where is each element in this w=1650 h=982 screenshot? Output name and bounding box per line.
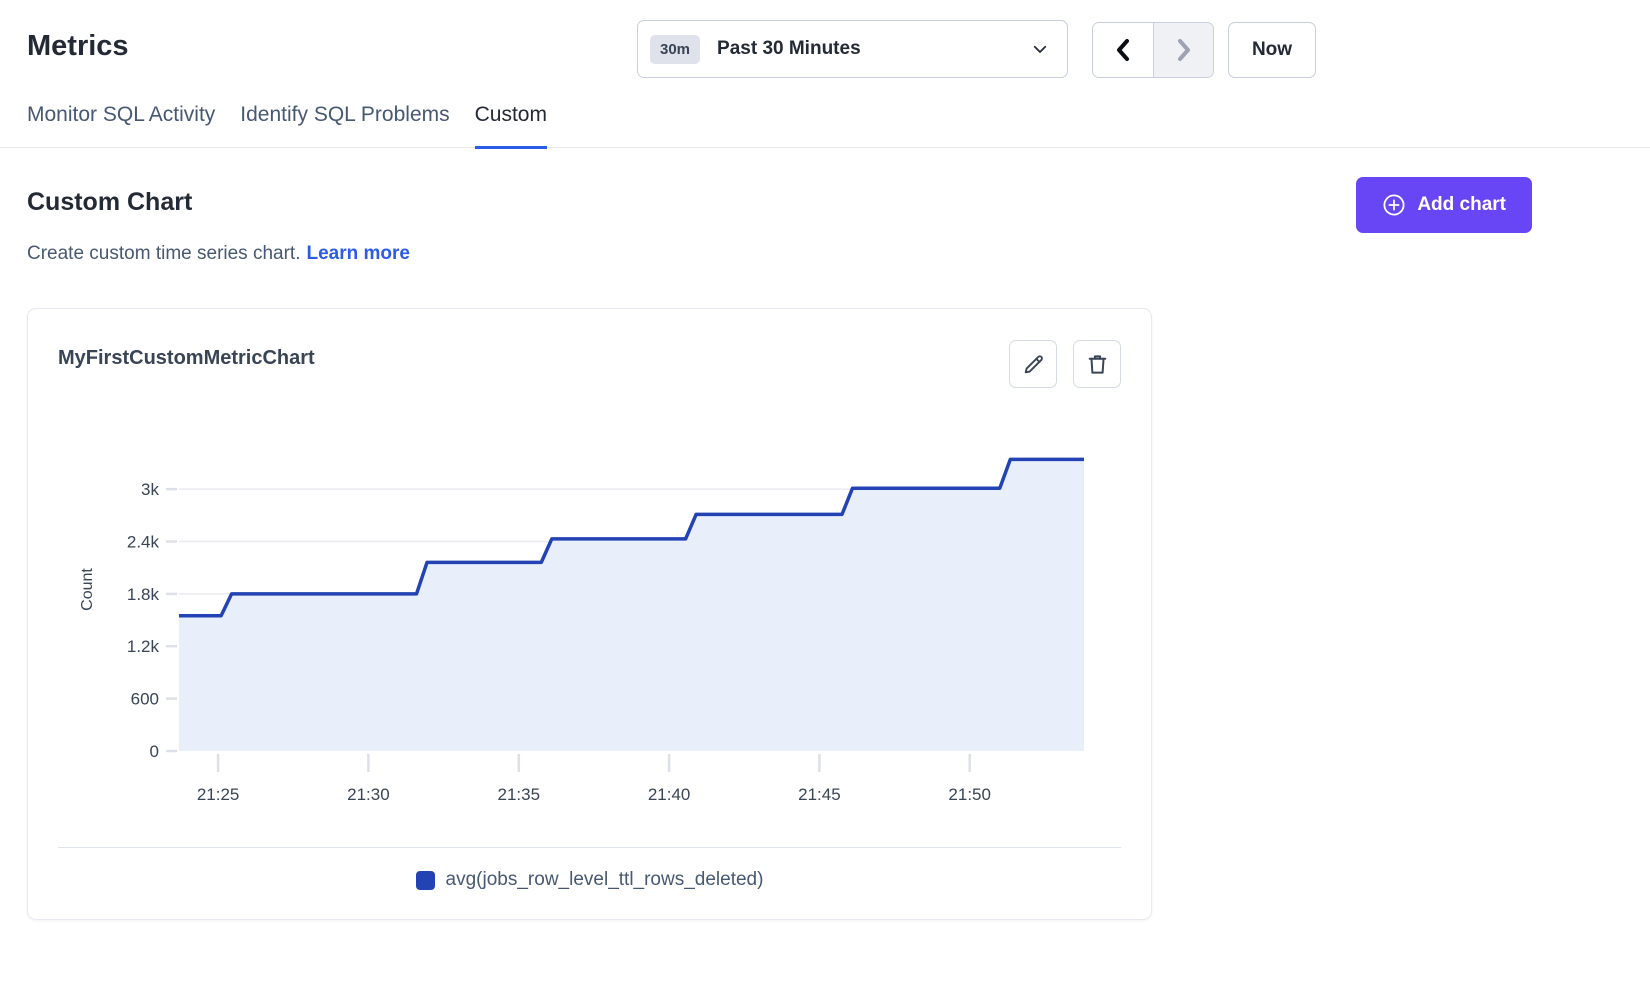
svg-text:21:25: 21:25 bbox=[197, 785, 240, 804]
svg-text:3k: 3k bbox=[141, 480, 159, 499]
description-text: Create custom time series chart. bbox=[27, 243, 300, 264]
legend-label: avg(jobs_row_level_ttl_rows_deleted) bbox=[446, 869, 764, 891]
svg-text:Count: Count bbox=[79, 568, 96, 611]
time-step-control bbox=[1092, 22, 1214, 78]
svg-text:21:30: 21:30 bbox=[347, 785, 390, 804]
add-chart-button[interactable]: Add chart bbox=[1356, 177, 1532, 233]
next-interval-button[interactable] bbox=[1153, 23, 1213, 77]
tab-monitor-sql-activity[interactable]: Monitor SQL Activity bbox=[27, 103, 215, 147]
custom-chart-canvas[interactable]: 0 600 1.2k 1.8k 2.4k 3k 21:25 21:30 21:35 21:40 21… bbox=[28, 421, 1128, 816]
svg-text:0: 0 bbox=[150, 742, 159, 761]
svg-text:21:45: 21:45 bbox=[798, 785, 841, 804]
legend-swatch bbox=[416, 871, 435, 890]
pencil-icon bbox=[1021, 352, 1046, 377]
page-title: Metrics bbox=[27, 30, 129, 63]
delete-chart-button[interactable] bbox=[1073, 340, 1121, 388]
time-range-label: Past 30 Minutes bbox=[717, 38, 1031, 60]
chevron-down-icon bbox=[1031, 40, 1049, 58]
tab-identify-sql-problems[interactable]: Identify SQL Problems bbox=[240, 103, 449, 147]
svg-text:2.4k: 2.4k bbox=[127, 533, 160, 552]
time-range-badge: 30m bbox=[650, 35, 700, 64]
svg-text:21:35: 21:35 bbox=[498, 785, 541, 804]
svg-text:1.8k: 1.8k bbox=[127, 585, 160, 604]
learn-more-link[interactable]: Learn more bbox=[306, 243, 409, 264]
svg-text:21:40: 21:40 bbox=[648, 785, 691, 804]
section-description: Create custom time series chart. Learn mo… bbox=[27, 243, 410, 265]
metrics-tabs: Monitor SQL Activity Identify SQL Proble… bbox=[0, 103, 1650, 148]
chevron-right-icon bbox=[1173, 37, 1195, 63]
svg-text:1.2k: 1.2k bbox=[127, 637, 160, 656]
svg-text:600: 600 bbox=[131, 690, 159, 709]
section-title: Custom Chart bbox=[27, 188, 192, 217]
previous-interval-button[interactable] bbox=[1093, 23, 1153, 77]
add-chart-label: Add chart bbox=[1417, 194, 1506, 216]
edit-chart-button[interactable] bbox=[1009, 340, 1057, 388]
custom-chart-card: MyFirstCustomMetricChart 0 600 1.2k 1.8k 2.4… bbox=[27, 308, 1152, 920]
trash-icon bbox=[1085, 352, 1110, 377]
metrics-page: Metrics 30m Past 30 Minutes Now Monitor … bbox=[0, 0, 1650, 982]
chevron-left-icon bbox=[1112, 37, 1134, 63]
chart-legend: avg(jobs_row_level_ttl_rows_deleted) bbox=[28, 869, 1151, 891]
svg-text:21:50: 21:50 bbox=[948, 785, 991, 804]
now-button[interactable]: Now bbox=[1228, 22, 1316, 78]
plus-circle-icon bbox=[1382, 193, 1406, 217]
card-divider bbox=[58, 847, 1121, 848]
chart-title: MyFirstCustomMetricChart bbox=[58, 347, 315, 370]
time-range-dropdown[interactable]: 30m Past 30 Minutes bbox=[637, 20, 1068, 78]
tab-custom[interactable]: Custom bbox=[475, 103, 547, 149]
